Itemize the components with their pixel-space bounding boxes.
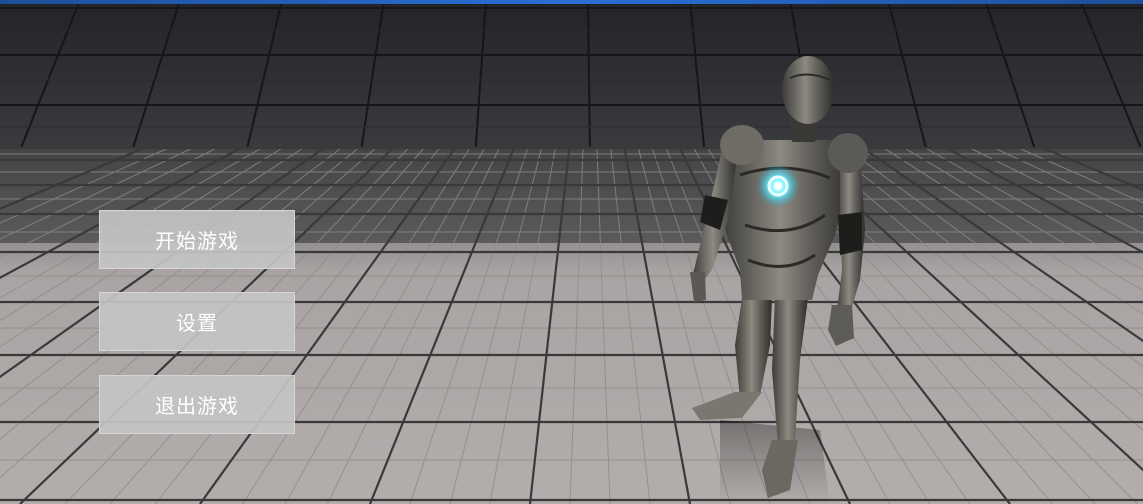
quit-game-button[interactable]: 退出游戏 (99, 375, 295, 434)
start-game-button[interactable]: 开始游戏 (99, 210, 295, 269)
window-accent-bar (0, 0, 1143, 4)
settings-button[interactable]: 设置 (99, 292, 295, 351)
